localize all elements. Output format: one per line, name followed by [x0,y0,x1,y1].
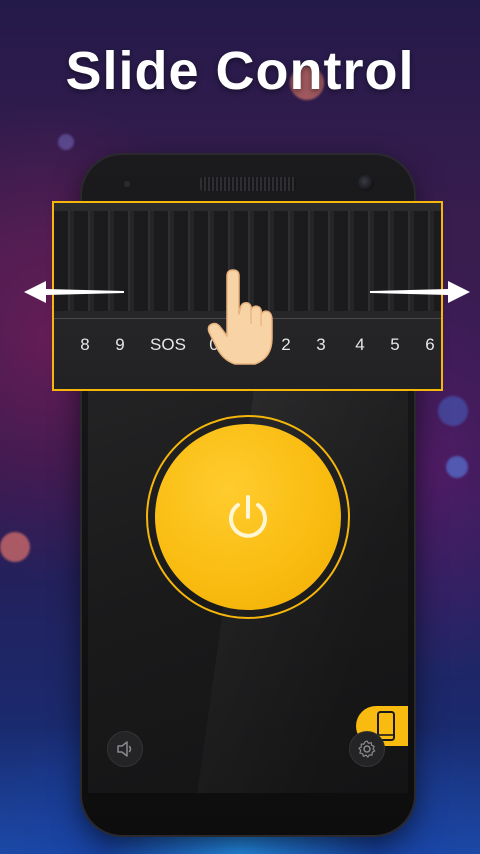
background-bokeh [438,396,468,426]
background-bokeh [446,456,468,478]
hand-pointer-icon [207,269,273,365]
slider-label[interactable]: 8 [80,335,89,355]
arrow-left-icon [24,281,124,303]
gear-icon [358,740,376,758]
settings-button[interactable] [349,731,385,767]
background-bokeh [0,532,30,562]
slider-label[interactable]: 6 [425,335,434,355]
arrow-right-icon [370,281,470,303]
power-icon [229,495,267,538]
slider-label[interactable]: 2 [281,335,290,355]
sound-button[interactable] [107,731,143,767]
slider-label-sos[interactable]: SOS [150,335,186,355]
phone-sensor [124,181,130,187]
speaker-icon [117,741,132,757]
page-title: Slide Control [65,41,415,101]
slider-label[interactable]: 5 [390,335,399,355]
slider-label[interactable]: 3 [316,335,325,355]
power-button[interactable] [155,424,341,610]
phone-camera [358,175,374,191]
phone-speaker-grille [200,177,296,191]
slider-label[interactable]: 4 [355,335,364,355]
slider-label[interactable]: 9 [115,335,124,355]
background-bokeh [58,134,74,150]
